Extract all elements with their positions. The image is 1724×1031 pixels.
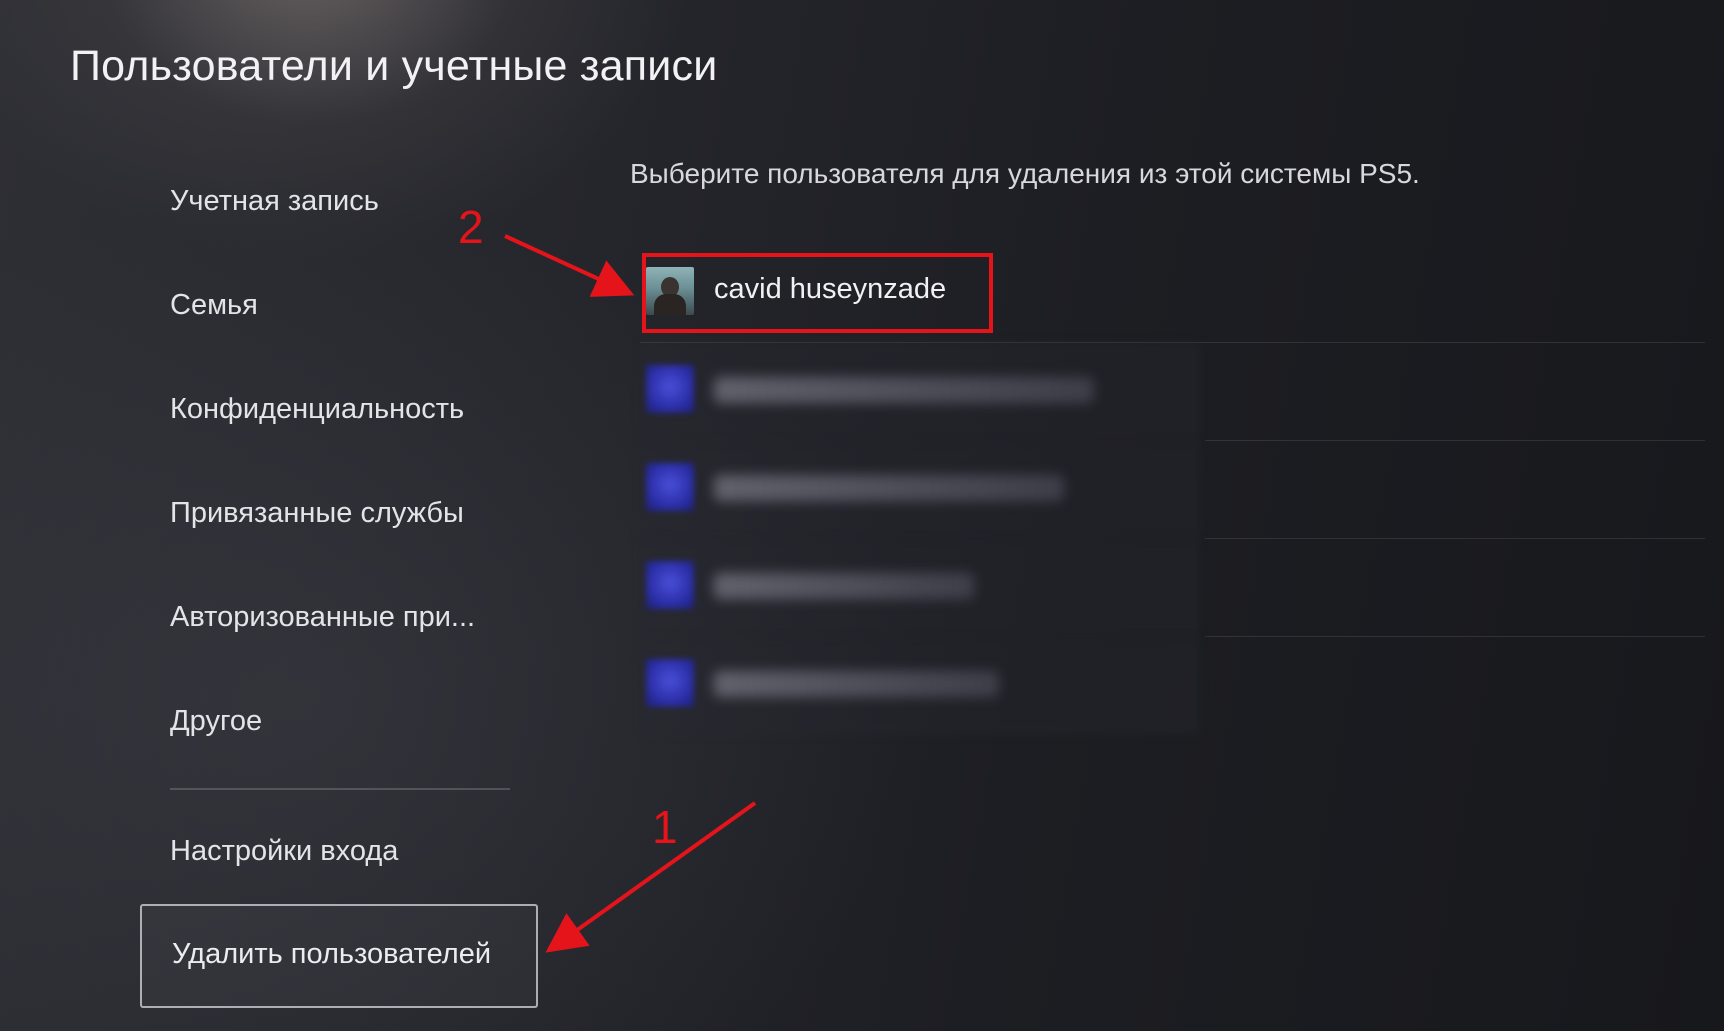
annotation-arrows (504, 234, 757, 953)
annotation-arrow-1 (545, 801, 757, 953)
ps5-settings-screen: Пользователи и учетные записи Учетная за… (0, 0, 1724, 1031)
annotation-arrow-2 (504, 234, 635, 297)
